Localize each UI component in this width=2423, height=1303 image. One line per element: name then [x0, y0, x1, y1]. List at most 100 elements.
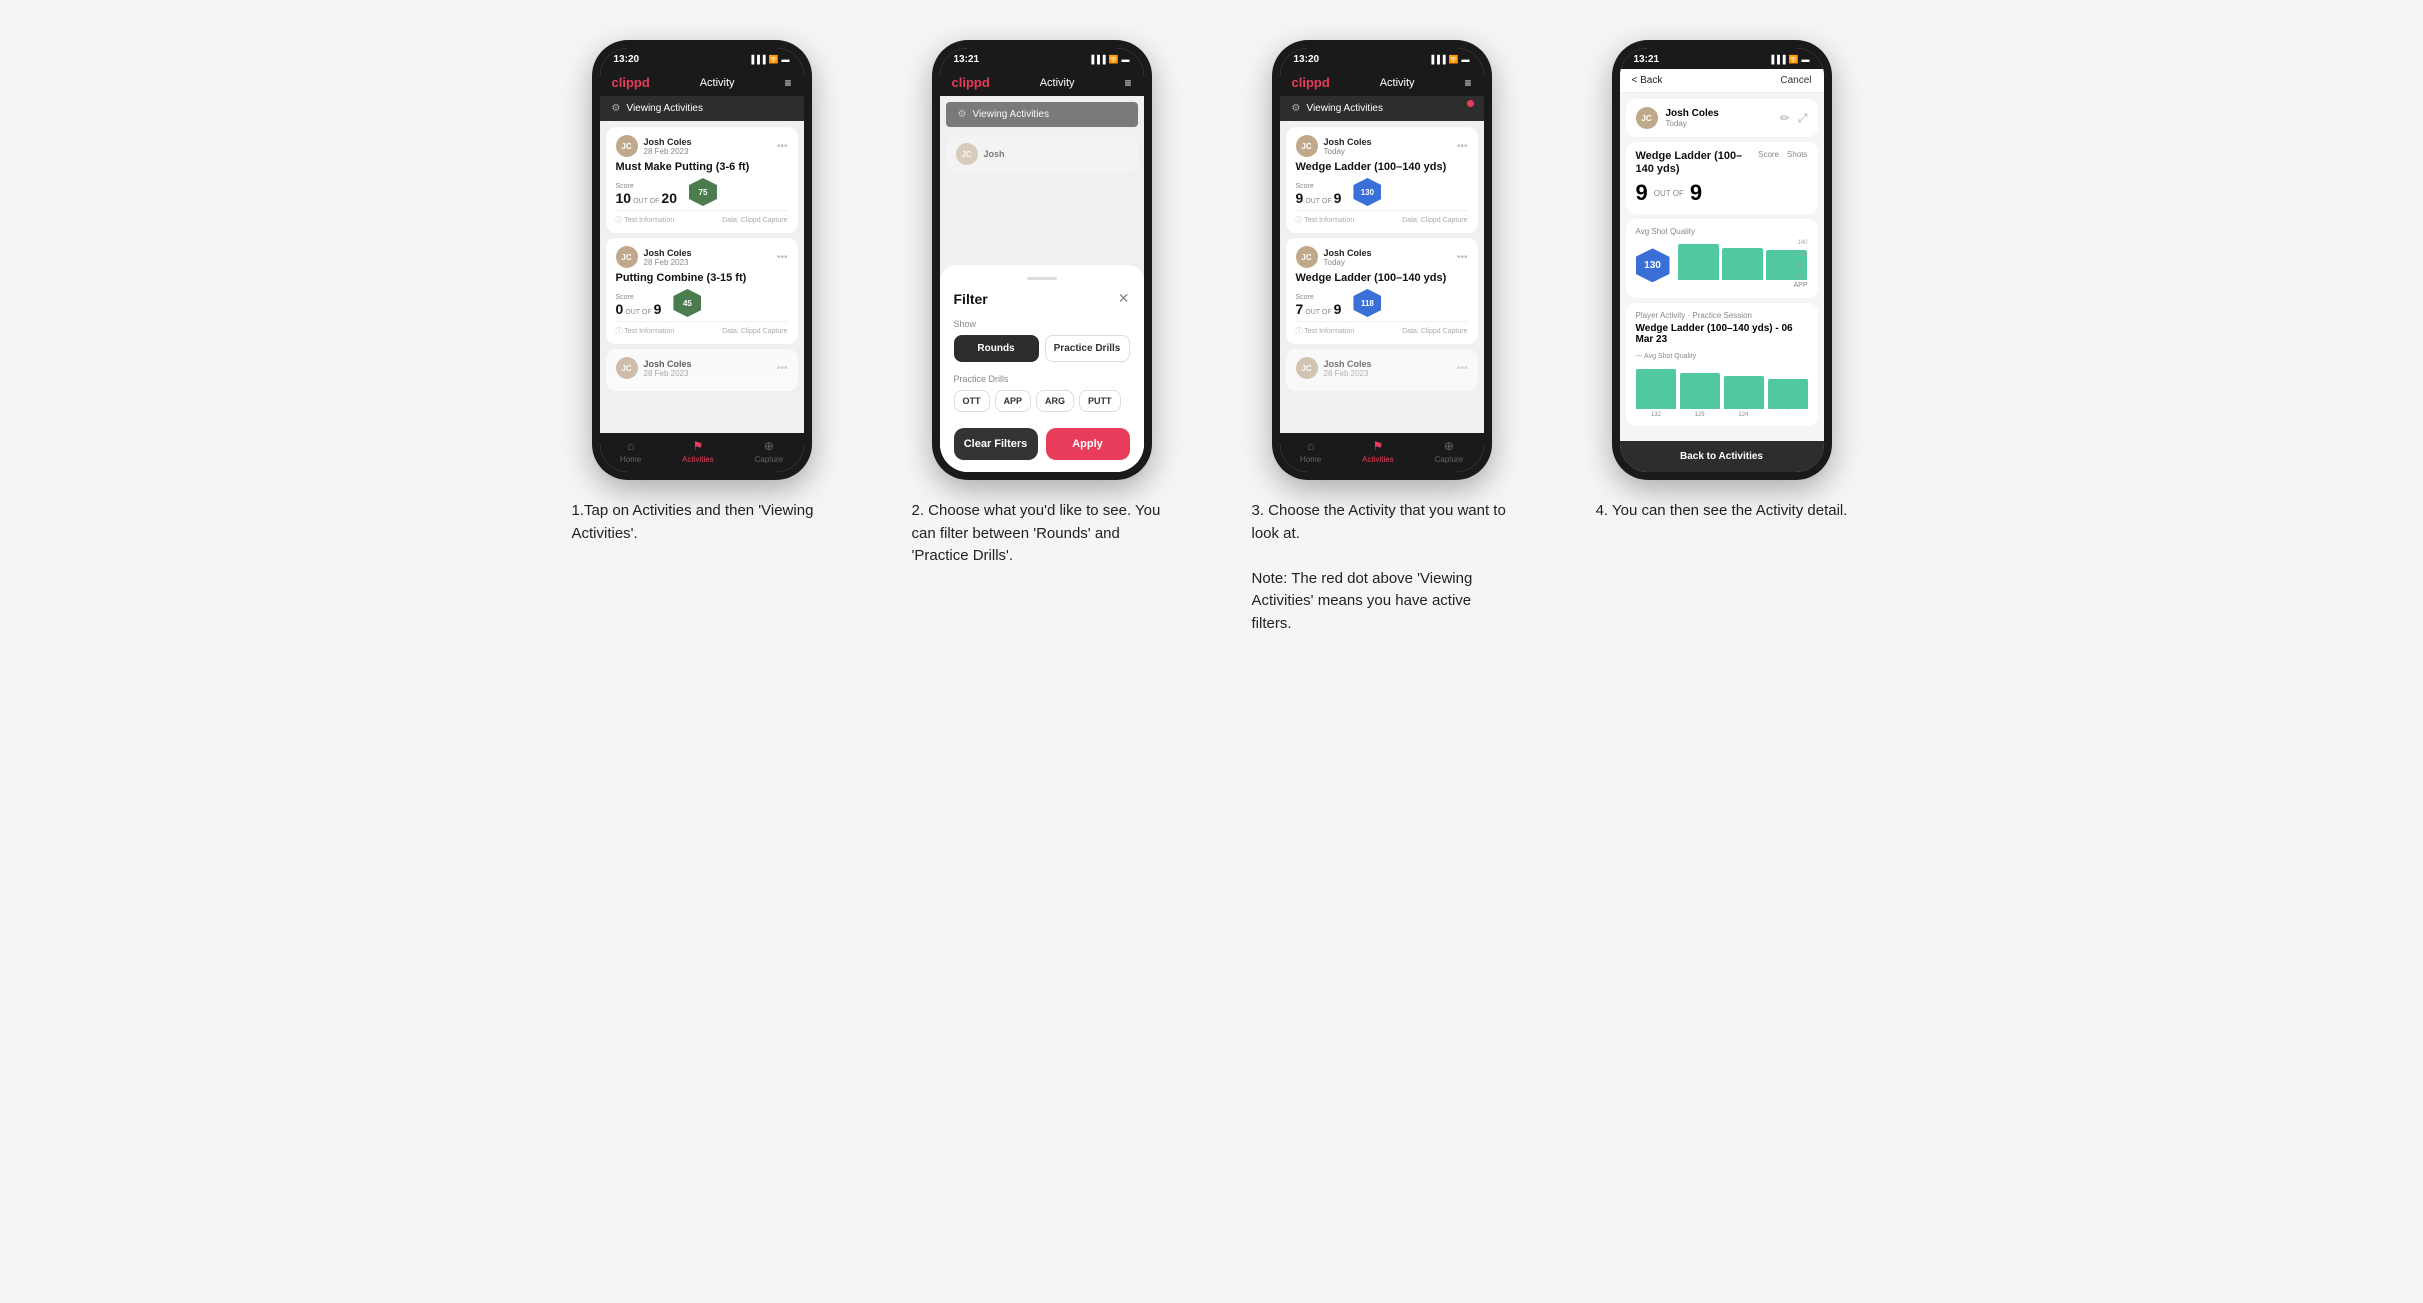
cancel-button[interactable]: Cancel — [1780, 75, 1811, 86]
filter-overlay: ⚙ Viewing Activities JC Josh — [940, 96, 1144, 472]
activity-card-p3-1[interactable]: JC Josh Coles Today ••• Wedge Ladder (10… — [1286, 127, 1478, 233]
nav-item-capture-1[interactable]: ⊕ Capture — [755, 439, 783, 464]
card-header-1: JC Josh Coles 28 Feb 2023 ••• — [616, 135, 788, 157]
hamburger-icon-2[interactable]: ≡ — [1124, 76, 1131, 90]
signal-icon-2: ▐▐▐ — [1089, 55, 1106, 64]
avg-shot-quality-title: Avg Shot Quality — [1636, 227, 1808, 236]
back-to-activities-button[interactable]: Back to Activities — [1620, 441, 1824, 472]
nav-item-home-3[interactable]: ⌂ Home — [1300, 439, 1321, 464]
card-user-info-3: Josh Coles 28 Feb 2023 — [644, 359, 771, 378]
bar-label-3: 124 — [1723, 412, 1764, 418]
practice-drills-button[interactable]: Practice Drills — [1045, 335, 1130, 362]
score-label-1: Score — [616, 183, 677, 190]
card-activity-name-p3-2: Wedge Ladder (100–140 yds) — [1296, 272, 1468, 284]
score-value-p3-1: 9 OUT OF 9 — [1296, 190, 1342, 206]
session-bar-3 — [1724, 376, 1764, 410]
session-bar-1 — [1636, 369, 1676, 410]
capture-icon-3: ⊕ — [1444, 439, 1454, 453]
viewing-activities-bar-1[interactable]: ⚙ Viewing Activities — [600, 96, 804, 121]
filter-header: Filter ✕ — [954, 290, 1130, 307]
card-user-date-p3-2: Today — [1324, 258, 1451, 267]
card-header-3: JC Josh Coles 28 Feb 2023 ••• — [616, 357, 788, 379]
score-value-1: 10 OUT OF 20 — [616, 190, 677, 206]
bar-label-4: · — [1767, 412, 1808, 418]
card-user-info-2: Josh Coles 28 Feb 2023 — [644, 248, 771, 267]
filter-close-button[interactable]: ✕ — [1118, 290, 1130, 307]
filter-icon-1: ⚙ — [612, 103, 621, 114]
wifi-icon: 🛜 — [769, 55, 779, 64]
card-menu-dots-2[interactable]: ••• — [777, 252, 788, 263]
back-button[interactable]: < Back — [1632, 75, 1663, 86]
session-bar-2 — [1680, 373, 1720, 409]
score-value-2: 0 OUT OF 9 — [616, 301, 662, 317]
nav-item-capture-3[interactable]: ⊕ Capture — [1435, 439, 1463, 464]
card-menu-dots-p3-1[interactable]: ••• — [1457, 141, 1468, 152]
activity-card-p3-2[interactable]: JC Josh Coles Today ••• Wedge Ladder (10… — [1286, 238, 1478, 344]
status-time-2: 13:21 — [954, 54, 980, 65]
card-footer-p3-1: ⓘ Test Information Data: Clippd Capture — [1296, 210, 1468, 225]
edit-icon[interactable]: ✏ — [1780, 111, 1790, 126]
status-icons-2: ▐▐▐ 🛜 ▬ — [1089, 55, 1130, 64]
card-user-info-p3-1: Josh Coles Today — [1324, 137, 1451, 156]
activity-card-3[interactable]: JC Josh Coles 28 Feb 2023 ••• — [606, 349, 798, 391]
nav-item-activities-3[interactable]: ⚑ Activities — [1362, 439, 1394, 464]
nav-item-home-1[interactable]: ⌂ Home — [620, 439, 641, 464]
nav-item-activities-1[interactable]: ⚑ Activities — [682, 439, 714, 464]
wifi-icon-3: 🛜 — [1449, 55, 1459, 64]
card-footer-right-2: Data: Clippd Capture — [722, 328, 787, 335]
activity-card-1[interactable]: JC Josh Coles 28 Feb 2023 ••• Must Make … — [606, 127, 798, 233]
bar-label-1: 132 — [1636, 412, 1677, 418]
nav-capture-label-1: Capture — [755, 455, 783, 464]
apply-button[interactable]: Apply — [1046, 428, 1130, 460]
capture-icon-1: ⊕ — [764, 439, 774, 453]
card-footer-right-1: Data: Clippd Capture — [722, 217, 787, 224]
app-title-1: Activity — [700, 77, 735, 89]
activity-detail-name: Wedge Ladder (100–140 yds) — [1636, 150, 1759, 176]
shot-quality-badge-p3-2: 118 — [1353, 289, 1381, 317]
filter-drill-buttons: OTT APP ARG PUTT — [954, 390, 1130, 412]
putt-drill-button[interactable]: PUTT — [1079, 390, 1121, 412]
status-time-4: 13:21 — [1634, 54, 1660, 65]
shots-col-label: Shots — [1787, 150, 1807, 159]
hamburger-icon-1[interactable]: ≡ — [784, 76, 791, 90]
phone-section-1: 13:20 ▐▐▐ 🛜 ▬ clippd Activity ≡ ⚙ Vie — [552, 40, 852, 545]
expand-icon[interactable]: ⤢ — [1798, 111, 1808, 126]
detail-action-icons: ✏ ⤢ — [1780, 111, 1808, 126]
ott-drill-button[interactable]: OTT — [954, 390, 990, 412]
app-drill-button[interactable]: APP — [995, 390, 1032, 412]
chart-bar-1 — [1678, 244, 1719, 280]
nav-activities-label-3: Activities — [1362, 455, 1394, 464]
app-title-2: Activity — [1040, 77, 1075, 89]
description-1: 1.Tap on Activities and then 'Viewing Ac… — [572, 500, 832, 545]
card-user-date-p3-1: Today — [1324, 147, 1451, 156]
card-menu-dots-p3-3[interactable]: ••• — [1457, 363, 1468, 374]
description-3: 3. Choose the Activity that you want to … — [1252, 500, 1512, 635]
app-title-3: Activity — [1380, 77, 1415, 89]
card-menu-dots-p3-2[interactable]: ••• — [1457, 252, 1468, 263]
card-user-date-p3-3: 28 Feb 2023 — [1324, 369, 1451, 378]
rounds-button[interactable]: Rounds — [954, 335, 1039, 362]
card-footer-right-p3-2: Data: Clippd Capture — [1402, 328, 1467, 335]
phone-inner-3: 13:20 ▐▐▐ 🛜 ▬ clippd Activity ≡ ⚙ Vie — [1280, 48, 1484, 472]
arg-drill-button[interactable]: ARG — [1036, 390, 1074, 412]
score-label-p3-1: Score — [1296, 183, 1342, 190]
notch-1 — [672, 48, 732, 62]
status-icons-4: ▐▐▐ 🛜 ▬ — [1769, 55, 1810, 64]
activity-card-2[interactable]: JC Josh Coles 28 Feb 2023 ••• Putting Co… — [606, 238, 798, 344]
viewing-activities-bar-3[interactable]: ⚙ Viewing Activities — [1280, 96, 1484, 121]
card-menu-dots-1[interactable]: ••• — [777, 141, 788, 152]
status-time-3: 13:20 — [1294, 54, 1320, 65]
card-menu-dots-3[interactable]: ••• — [777, 363, 788, 374]
avatar-1: JC — [616, 135, 638, 157]
activity-card-p3-3[interactable]: JC Josh Coles 28 Feb 2023 ••• — [1286, 349, 1478, 391]
wifi-icon-2: 🛜 — [1109, 55, 1119, 64]
hamburger-icon-3[interactable]: ≡ — [1464, 76, 1471, 90]
notch-4 — [1692, 48, 1752, 62]
session-bars — [1636, 364, 1808, 409]
avatar-p3-3: JC — [1296, 357, 1318, 379]
phone-frame-4: 13:21 ▐▐▐ 🛜 ▬ < Back Cancel JC — [1612, 40, 1832, 480]
clear-filters-button[interactable]: Clear Filters — [954, 428, 1038, 460]
chart-bar-2 — [1722, 248, 1763, 280]
score-label-2: Score — [616, 294, 662, 301]
detail-user-date: Today — [1666, 119, 1772, 128]
